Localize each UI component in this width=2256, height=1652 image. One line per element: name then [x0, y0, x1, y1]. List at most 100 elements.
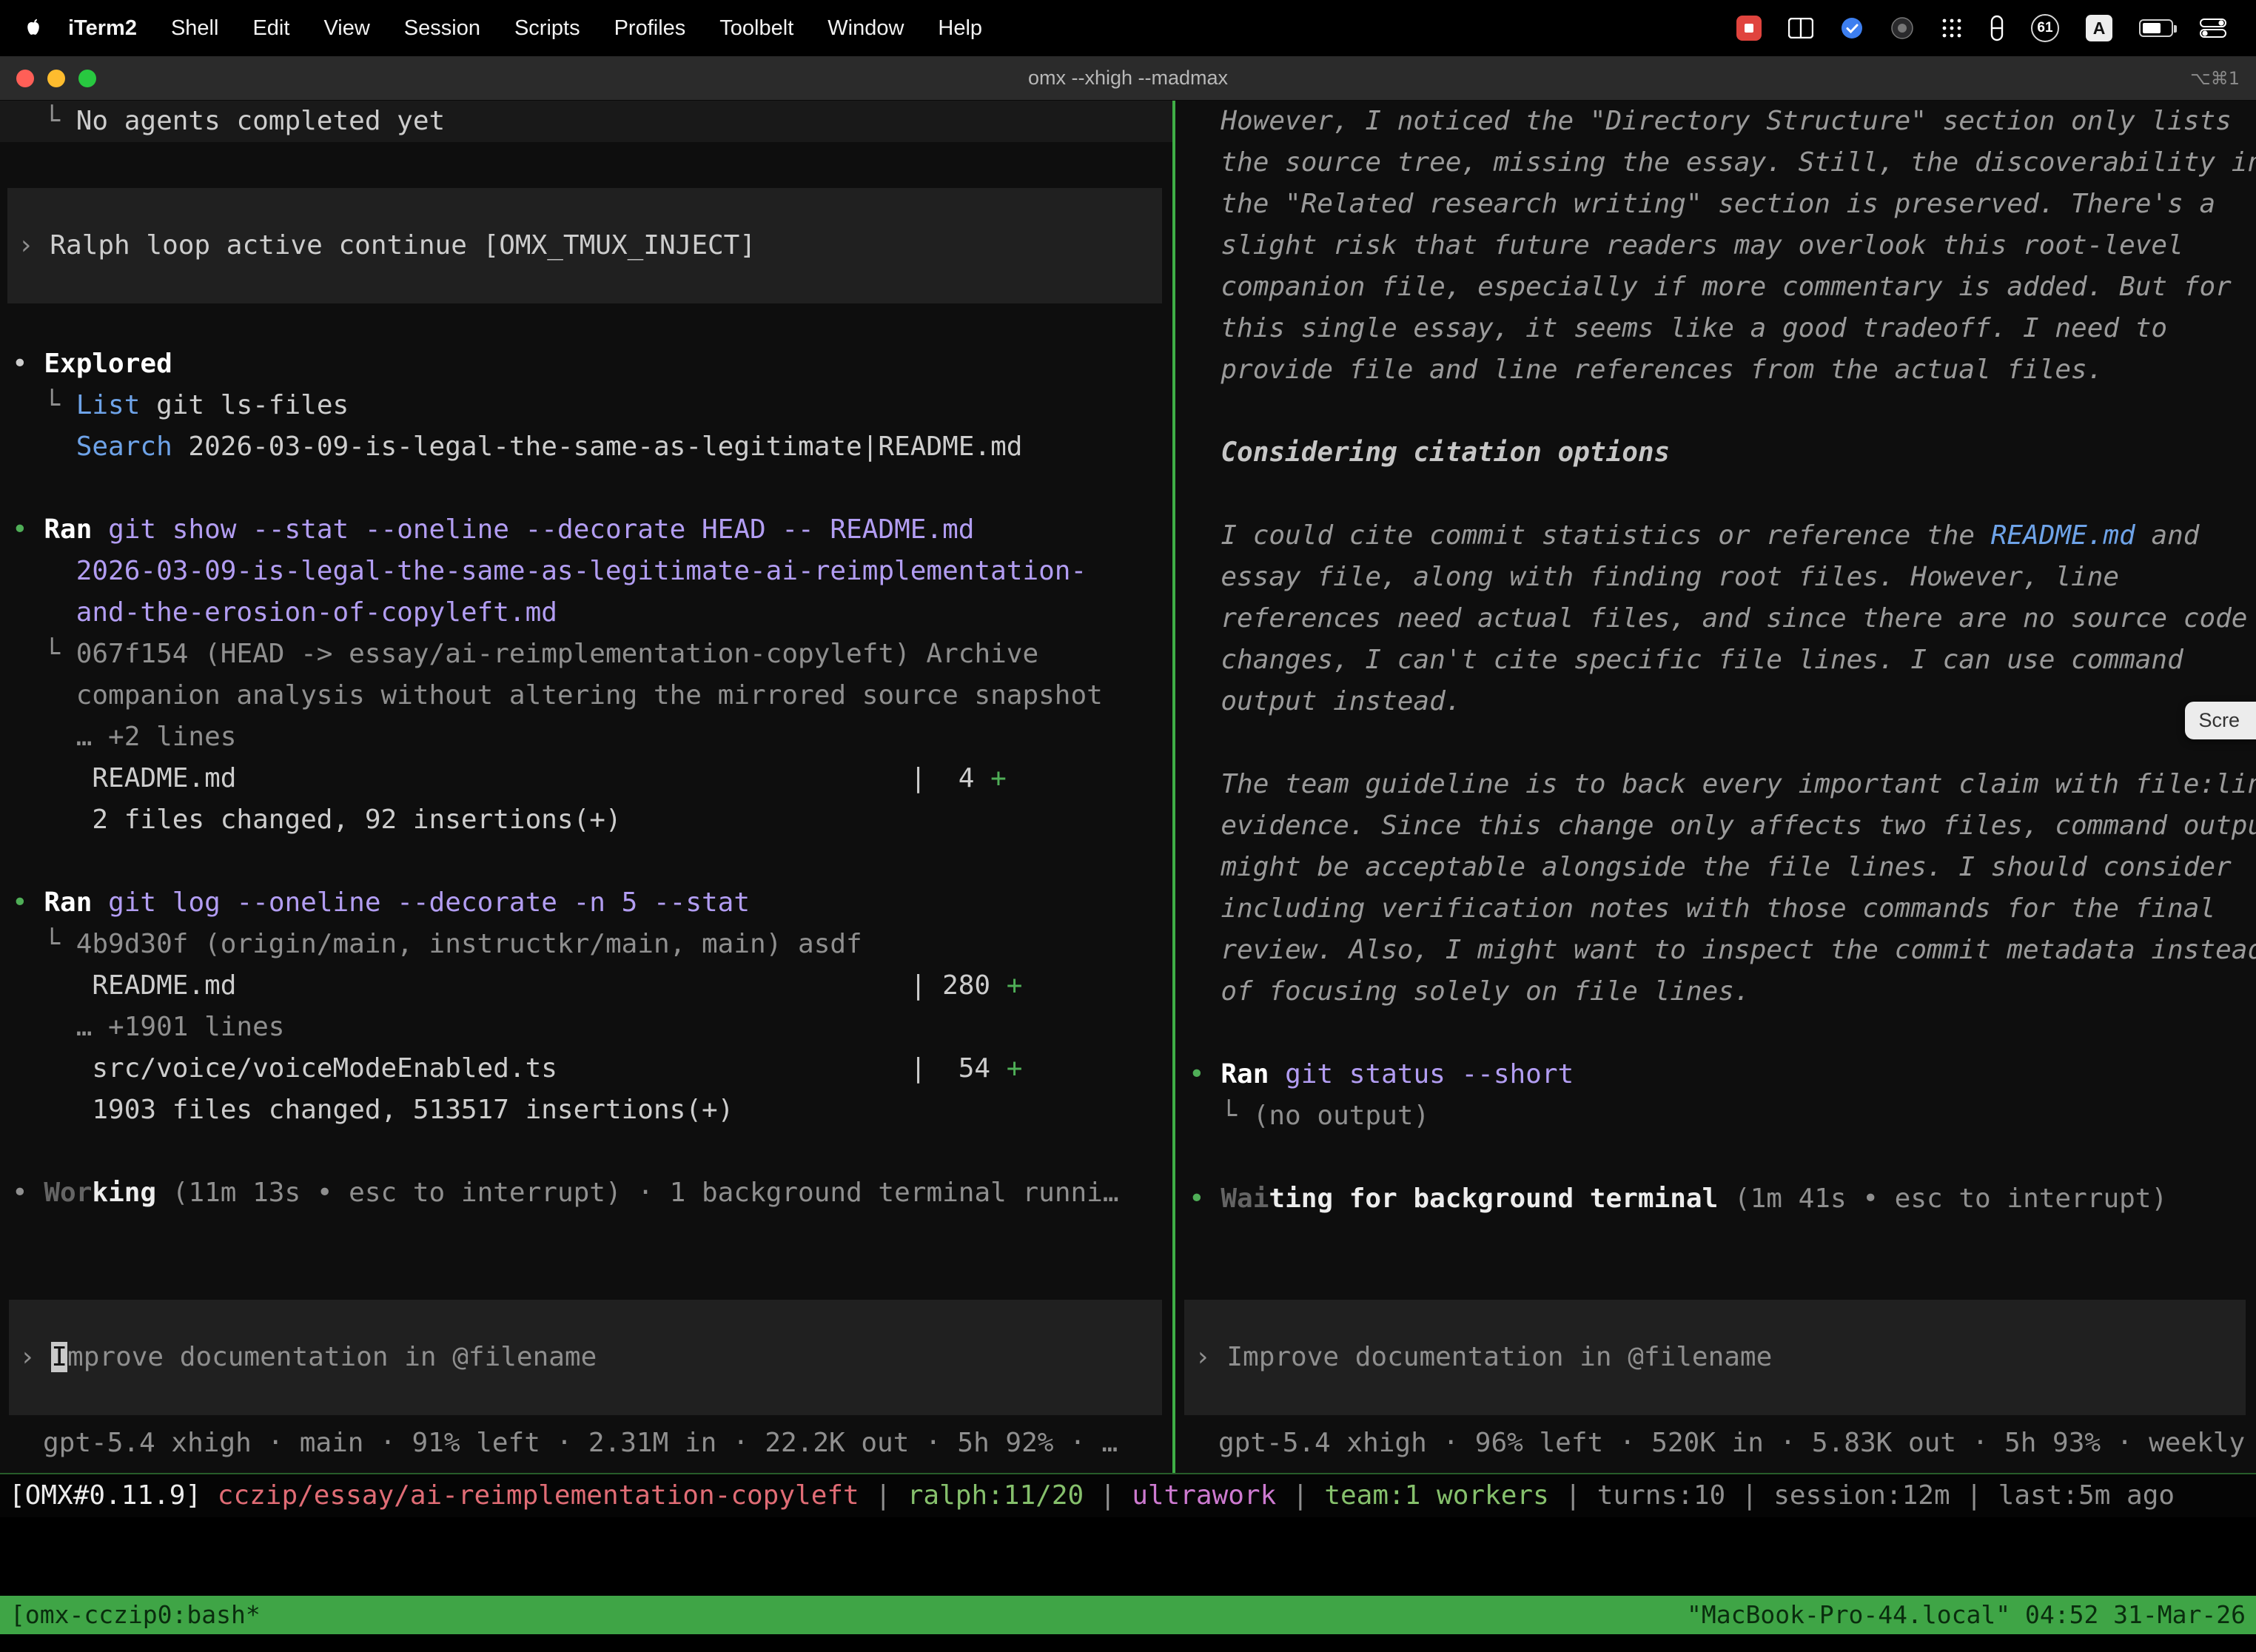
left-agent-pane[interactable]: └ No agents completed yet › Ralph loop ac… — [0, 101, 1172, 1473]
left-scrollback: └ No agents completed yet › Ralph loop ac… — [0, 101, 1172, 1300]
left-prompt-input[interactable]: › Improve documentation in @filename — [9, 1300, 1162, 1415]
text-seg: 4b9d30f (origin/main, instructkr/main, m… — [76, 929, 862, 959]
menu-item-profiles[interactable]: Profiles — [614, 16, 686, 41]
text-seg: › — [18, 230, 50, 261]
text-seg: └ — [12, 929, 76, 959]
menu-item-session[interactable]: Session — [404, 16, 480, 41]
input-source-icon[interactable]: A — [2086, 15, 2112, 41]
text-seg: | — [1549, 1474, 1597, 1517]
menu-item-scripts[interactable]: Scripts — [514, 16, 580, 41]
text-seg: Ran — [44, 887, 92, 918]
screen-overlay-button[interactable]: Scre — [2185, 702, 2256, 739]
control-center-icon[interactable] — [2200, 13, 2226, 44]
menu-item-view[interactable]: View — [323, 16, 369, 41]
text-seg: provide file and line references from th… — [1189, 355, 2103, 385]
battery-percent-icon[interactable]: 61 — [2031, 14, 2059, 42]
text-seg: of focusing solely on file lines. — [1189, 976, 1750, 1007]
text-seg: └ — [12, 639, 76, 669]
menu-item-shell[interactable]: Shell — [171, 16, 219, 41]
right-prompt-input[interactable]: › Improve documentation in @filename — [1184, 1300, 2246, 1415]
text-seg: + — [990, 763, 1007, 793]
text-seg: src/voice/voiceModeEnabled.ts | 54 — [12, 1053, 1007, 1084]
screen-record-indicator-icon[interactable] — [1736, 16, 1762, 41]
terminal-line: • Ran git status --short — [1189, 1054, 2256, 1095]
right-prompt-text: › Improve documentation in @filename — [1195, 1337, 2235, 1378]
text-seg: + — [1007, 970, 1023, 1001]
battery-icon[interactable] — [2139, 13, 2173, 44]
terminal-line: provide file and line references from th… — [1189, 349, 2256, 391]
text-seg: king — [92, 1178, 156, 1208]
text-seg: last:5m ago — [1998, 1474, 2175, 1517]
text-seg: session:12m — [1773, 1474, 1950, 1517]
text-seg: | — [1084, 1474, 1132, 1517]
tmux-status-bar: [omx-cczip0:bash* "MacBook-Pro-44.local"… — [0, 1596, 2256, 1634]
terminal-line: evidence. Since this change only affects… — [1189, 805, 2256, 847]
menu-item-window[interactable]: Window — [827, 16, 904, 41]
terminal-line: └ No agents completed yet — [0, 101, 1172, 142]
close-button[interactable] — [16, 70, 34, 87]
pill-icon[interactable] — [1990, 13, 2004, 44]
right-agent-pane[interactable]: However, I noticed the "Directory Struct… — [1175, 101, 2256, 1473]
ralph-loop-banner: › Ralph loop active continue [OMX_TMUX_I… — [7, 188, 1162, 303]
terminal-line: └ List git ls-files — [12, 385, 1172, 426]
text-seg: • — [1189, 1059, 1221, 1089]
launchpad-grid-icon[interactable] — [1941, 13, 1963, 44]
terminal-line: companion analysis without altering the … — [12, 675, 1172, 716]
terminal-line: output instead. — [1189, 681, 2256, 722]
text-seg: └ — [12, 390, 76, 420]
dark-app-icon[interactable] — [1890, 13, 1914, 44]
terminal-area: └ No agents completed yet › Ralph loop ac… — [0, 101, 2256, 1474]
terminal-line: • Ran git log --oneline --decorate -n 5 … — [12, 882, 1172, 924]
text-seg: 2026-03-09-is-legal-the-same-as-legitima… — [12, 556, 1087, 586]
text-seg: essay file, along with finding root file… — [1189, 562, 2119, 592]
text-seg: might be acceptable alongside the file l… — [1189, 852, 2232, 882]
traffic-lights — [0, 70, 96, 87]
zoom-button[interactable] — [78, 70, 96, 87]
text-seg: | — [859, 1474, 907, 1517]
apple-menu-icon[interactable] — [25, 18, 43, 38]
minimize-button[interactable] — [47, 70, 65, 87]
text-seg: review. Also, I might want to inspect th… — [1189, 935, 2256, 965]
terminal-line: and-the-erosion-of-copyleft.md — [12, 592, 1172, 634]
text-seg: | — [1725, 1474, 1773, 1517]
text-seg: output instead. — [1189, 686, 1461, 716]
menu-item-edit[interactable]: Edit — [252, 16, 289, 41]
text-seg: the "Related research writing" section i… — [1189, 189, 2215, 219]
omx-status-bar: [OMX#0.11.9] cczip/essay/ai-reimplementa… — [0, 1474, 2256, 1517]
text-seg: › — [19, 1342, 51, 1372]
text-seg: mprove documentation in @filename — [67, 1342, 597, 1372]
window-split-icon[interactable] — [1788, 13, 1813, 44]
text-seg: (no output) — [1253, 1101, 1429, 1131]
terminal-line: README.md | 280 + — [12, 965, 1172, 1007]
text-seg: … +1901 lines — [12, 1012, 284, 1042]
terminal-line: the "Related research writing" section i… — [1189, 184, 2256, 225]
text-seg: (1m 41s • esc to interrupt) — [1718, 1183, 2167, 1214]
terminal-line: companion file, especially if more comme… — [1189, 266, 2256, 308]
stop-icon — [1745, 24, 1753, 33]
terminal-line: the source tree, missing the essay. Stil… — [1189, 142, 2256, 184]
window-title-bar[interactable]: omx --xhigh --madmax ⌥⌘1 — [0, 56, 2256, 101]
text-seg: › — [1195, 1342, 1226, 1372]
text-seg: and — [2135, 520, 2200, 551]
tmux-window-name[interactable]: [omx-cczip0:bash* — [10, 1596, 261, 1634]
text-seg: | — [1276, 1474, 1324, 1517]
tmux-host-clock: "MacBook-Pro-44.local" 04:52 31-Mar-26 — [1687, 1596, 2246, 1634]
terminal-line: Considering citation options — [1189, 432, 2256, 474]
text-seg: Wor — [44, 1178, 92, 1208]
text-seg: List — [76, 390, 141, 420]
text-seg: the source tree, missing the essay. Stil… — [1189, 147, 2256, 178]
menu-item-iterm2[interactable]: iTerm2 — [68, 16, 137, 41]
text-seg: 2 files changed, 92 insertions(+) — [12, 805, 622, 835]
blue-app-icon[interactable] — [1840, 13, 1864, 44]
terminal-line: I could cite commit statistics or refere… — [1189, 515, 2256, 557]
text-seg: └ — [12, 106, 76, 136]
waiting-status-line: • Waiting for background terminal (1m 41… — [1189, 1178, 2256, 1220]
terminal-line: including verification notes with those … — [1189, 888, 2256, 930]
terminal-line — [12, 841, 1172, 882]
terminal-line — [12, 468, 1172, 509]
menu-item-toolbelt[interactable]: Toolbelt — [719, 16, 793, 41]
terminal-line: README.md | 4 + — [12, 758, 1172, 799]
menu-item-help[interactable]: Help — [938, 16, 982, 41]
text-seg: No agents completed yet — [76, 106, 446, 136]
text-seg: • — [12, 514, 44, 545]
